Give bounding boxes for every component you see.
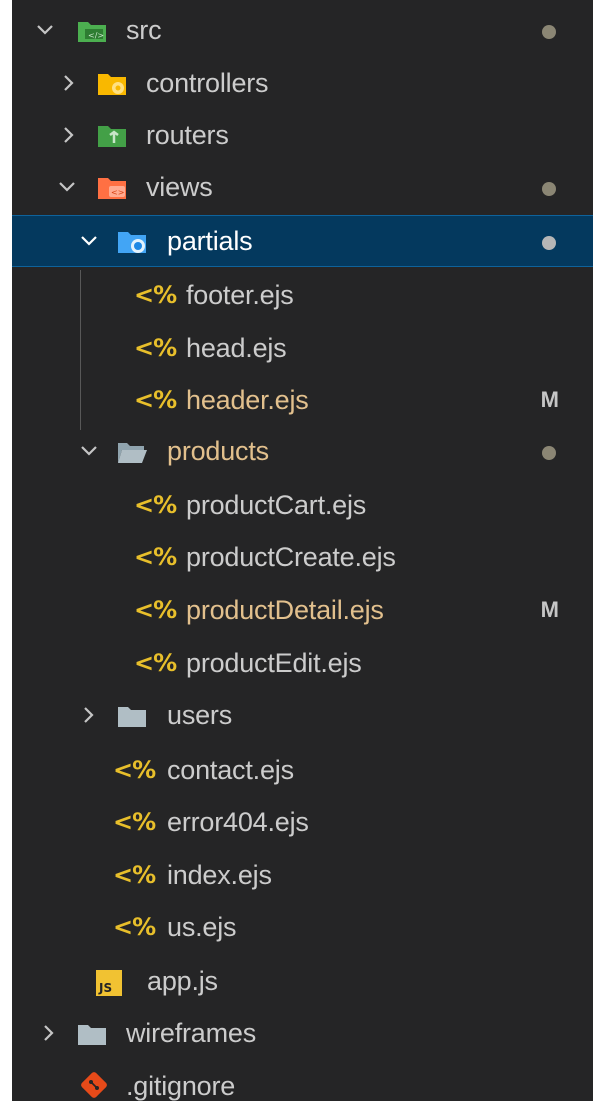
svg-text:<>: <>: [111, 188, 124, 197]
tree-item-index-ejs[interactable]: <% index.ejs: [12, 850, 593, 902]
tree-item-productcart-ejs[interactable]: <% productCart.ejs: [12, 480, 593, 532]
modified-badge: M: [540, 597, 559, 622]
tree-item-routers[interactable]: routers: [12, 110, 593, 162]
ejs-file-icon: <%: [134, 281, 177, 309]
modified-badge: M: [540, 387, 559, 412]
tree-item-label: src: [126, 15, 162, 45]
chevron-down-icon: [81, 446, 97, 456]
tree-item-label: error404.ejs: [167, 807, 309, 837]
chevron-right-icon: [44, 1025, 54, 1041]
tree-item-label: productEdit.ejs: [186, 648, 362, 678]
js-file-icon: JS: [96, 970, 122, 996]
status-dot: [542, 25, 556, 39]
folder-open-icon: [118, 443, 147, 463]
tree-item-label: index.ejs: [167, 860, 272, 890]
tree-item-label: app.js: [147, 966, 218, 996]
ejs-file-icon: <%: [134, 491, 177, 519]
svg-text:</>: </>: [88, 31, 104, 40]
tree-item-label: partials: [167, 226, 253, 256]
tree-item-header-ejs[interactable]: <% header.ejs M: [12, 375, 593, 427]
folder-icon: [78, 1025, 106, 1045]
tree-item-label: footer.ejs: [186, 280, 294, 310]
js-icon-text: JS: [99, 981, 113, 995]
ejs-file-icon: <%: [134, 543, 177, 571]
tree-item-label: productCart.ejs: [186, 490, 367, 520]
ejs-file-icon: <%: [134, 334, 177, 362]
tree-item-controllers[interactable]: controllers: [12, 58, 593, 110]
folder-routers-icon: [98, 126, 126, 147]
tree-item-app-js[interactable]: JS app.js: [12, 956, 593, 1008]
ejs-file-icon: <%: [134, 649, 177, 677]
status-dot: [542, 182, 556, 196]
ejs-file-icon: <%: [134, 386, 177, 414]
ejs-file-icon: <%: [113, 756, 156, 784]
chevron-right-icon: [64, 75, 74, 91]
tree-item-label: us.ejs: [167, 912, 237, 942]
tree-item-head-ejs[interactable]: <% head.ejs: [12, 323, 593, 375]
tree-item-label: contact.ejs: [167, 755, 294, 785]
tree-item-label: wireframes: [126, 1018, 257, 1048]
status-dot: [542, 446, 556, 460]
chevron-right-icon: [64, 127, 74, 143]
folder-src-icon: </>: [78, 22, 106, 42]
tree-item-label: head.ejs: [186, 333, 287, 363]
tree-item-wireframes[interactable]: wireframes: [12, 1008, 593, 1060]
status-dot: [542, 236, 556, 250]
ejs-file-icon: <%: [113, 808, 156, 836]
tree-item-src[interactable]: </> src: [12, 5, 593, 57]
tree-item-productcreate-ejs[interactable]: <% productCreate.ejs: [12, 532, 593, 584]
tree-item-label: header.ejs: [186, 385, 309, 415]
tree-item-gitignore[interactable]: .gitignore: [12, 1061, 593, 1101]
ejs-file-icon: <%: [113, 913, 156, 941]
ejs-file-icon: <%: [134, 596, 177, 624]
folder-partials-icon: [118, 232, 146, 253]
tree-item-label: users: [167, 700, 233, 730]
tree-item-users[interactable]: users: [12, 690, 593, 742]
tree-item-label: views: [146, 172, 213, 202]
tree-item-error404-ejs[interactable]: <% error404.ejs: [12, 797, 593, 849]
tree-item-label: products: [167, 436, 269, 466]
tree-item-us-ejs[interactable]: <% us.ejs: [12, 902, 593, 954]
tree-item-label: controllers: [146, 68, 269, 98]
tree-item-productdetail-ejs[interactable]: <% productDetail.ejs M: [12, 585, 593, 637]
tree-item-partials[interactable]: partials: [12, 215, 593, 267]
folder-icon: [118, 707, 146, 727]
folder-controllers-icon: [98, 74, 126, 95]
chevron-down-icon: [59, 182, 75, 192]
tree-item-views[interactable]: <> views: [12, 162, 593, 214]
tree-item-label: productDetail.ejs: [186, 595, 384, 625]
folder-views-icon: <>: [98, 178, 126, 199]
file-explorer: </> src controllers routers <> views par…: [12, 0, 593, 1101]
tree-item-products[interactable]: products: [12, 426, 593, 478]
chevron-down-icon: [81, 236, 97, 246]
tree-item-label: routers: [146, 120, 229, 150]
tree-item-label: .gitignore: [126, 1071, 236, 1101]
tree-item-footer-ejs[interactable]: <% footer.ejs: [12, 270, 593, 322]
git-icon: [81, 1072, 107, 1098]
tree-item-productedit-ejs[interactable]: <% productEdit.ejs: [12, 638, 593, 690]
chevron-right-icon: [84, 707, 94, 723]
ejs-file-icon: <%: [113, 861, 156, 889]
tree-item-label: productCreate.ejs: [186, 542, 396, 572]
chevron-down-icon: [37, 25, 53, 35]
tree-item-contact-ejs[interactable]: <% contact.ejs: [12, 745, 593, 797]
